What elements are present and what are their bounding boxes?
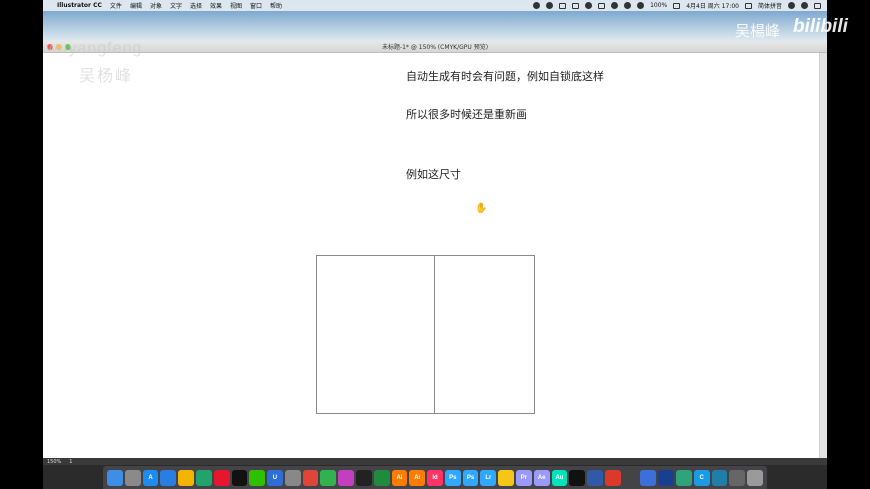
menu-object[interactable]: 对象: [150, 1, 162, 10]
dock-cinema-app-icon[interactable]: [587, 469, 603, 486]
dock-app-c-icon[interactable]: C: [693, 469, 710, 486]
display-icon[interactable]: [598, 2, 606, 9]
dock-app-navy-icon[interactable]: [658, 469, 675, 486]
bluetooth-icon[interactable]: [611, 2, 619, 9]
dock-launchpad-icon[interactable]: [124, 469, 141, 486]
desktop-wallpaper: [43, 11, 827, 41]
dock-app-red-icon[interactable]: [604, 469, 621, 486]
dock-system-preferences-icon[interactable]: [284, 469, 301, 486]
bilibili-logo: bilibili: [793, 16, 848, 37]
note-line-2: 所以很多时候还是重新画: [406, 108, 527, 121]
illustrator-window: 未标题-1* @ 150% (CMYK/GPU 预览) 自动生成有时会有问题，例…: [43, 41, 827, 458]
siri-icon[interactable]: [801, 2, 808, 9]
dock-wechat-icon[interactable]: [249, 469, 266, 486]
status-app-icon[interactable]: [533, 2, 541, 9]
dock-app-green-2-icon[interactable]: [373, 469, 390, 486]
dock-app-round-green-icon[interactable]: [320, 469, 337, 486]
dock-app-blue-icon[interactable]: [640, 469, 657, 486]
screen: Illustrator CC 文件 编辑 对象 文字 选择 效果 视图 窗口 帮…: [43, 0, 827, 489]
box-dieline-rectangle[interactable]: [316, 255, 535, 414]
window-titlebar[interactable]: 未标题-1* @ 150% (CMYK/GPU 预览): [43, 41, 827, 53]
menu-type[interactable]: 文字: [170, 1, 182, 10]
volume-icon[interactable]: [637, 2, 645, 9]
dock-itunes-icon[interactable]: [338, 469, 354, 486]
cursor-icon[interactable]: [585, 2, 593, 9]
watermark-name-cn: 吴杨峰: [79, 66, 134, 85]
notification-center-icon[interactable]: [814, 2, 821, 9]
dock-app-mint-icon[interactable]: [676, 469, 692, 486]
dock-audition-icon[interactable]: Au: [551, 469, 568, 486]
dock-app-teal-icon[interactable]: [711, 469, 728, 486]
battery-percent[interactable]: 100%: [650, 2, 667, 9]
dock-finder-icon[interactable]: [107, 469, 123, 486]
menu-help[interactable]: 帮助: [270, 1, 282, 10]
watermark-name-en: wuyangfeng: [46, 40, 143, 57]
letterbox-right: [827, 0, 870, 489]
dock-safari-icon[interactable]: [160, 469, 177, 486]
menu-view[interactable]: 视图: [230, 1, 242, 10]
input-method-label[interactable]: 简体拼音: [758, 1, 782, 10]
window-title: 未标题-1* @ 150% (CMYK/GPU 预览): [381, 44, 489, 51]
dock-after-effects-icon[interactable]: Ae: [533, 469, 550, 486]
spotlight-icon[interactable]: [788, 2, 795, 9]
input-method-icon[interactable]: [744, 2, 752, 9]
dock-illustrator-2-icon[interactable]: Ai: [409, 469, 426, 486]
menu-app-name[interactable]: Illustrator CC: [57, 2, 102, 9]
letterbox-left: [0, 0, 43, 489]
status-bar: 150% 1: [43, 458, 827, 465]
clock[interactable]: 4月4日 周六 17:00: [686, 1, 739, 10]
artboard-number[interactable]: 1: [69, 459, 72, 465]
dock-qq-icon[interactable]: [231, 469, 248, 486]
dock: A U Ai Ai Id Ps Ps Lr Pr Ae Au C: [103, 466, 767, 489]
dock-trash-icon[interactable]: [747, 469, 763, 486]
dock-chrome-icon[interactable]: [178, 469, 194, 486]
box-fold-line[interactable]: [434, 255, 435, 414]
dock-lightroom-icon[interactable]: Lr: [480, 469, 497, 486]
dock-app-dark-icon[interactable]: [355, 469, 372, 486]
dock-weibo-icon[interactable]: [213, 469, 230, 486]
dock-premiere-icon[interactable]: Pr: [516, 469, 532, 486]
artboard-canvas[interactable]: 自动生成有时会有问题，例如自锁底这样 所以很多时候还是重新画 例如这尺寸 ✋: [43, 53, 819, 458]
dock-illustrator-icon[interactable]: Ai: [391, 469, 408, 486]
dock-u-app-icon[interactable]: U: [267, 469, 283, 486]
menu-file[interactable]: 文件: [110, 1, 122, 10]
menubar: Illustrator CC 文件 编辑 对象 文字 选择 效果 视图 窗口 帮…: [43, 0, 827, 11]
status-box-icon[interactable]: [572, 2, 580, 9]
vertical-scrollbar[interactable]: [819, 53, 827, 458]
dock-app-store-icon[interactable]: A: [142, 469, 159, 486]
dock-photo-app-icon[interactable]: [498, 469, 515, 486]
note-line-1: 自动生成有时会有问题，例如自锁底这样: [406, 70, 604, 83]
menu-select[interactable]: 选择: [190, 1, 202, 10]
dock-chrome-2-icon[interactable]: [302, 469, 319, 486]
dock-photoshop-2-icon[interactable]: Ps: [462, 469, 479, 486]
dock-indesign-icon[interactable]: Id: [427, 469, 443, 486]
dock-photoshop-icon[interactable]: Ps: [444, 469, 461, 486]
menu-edit[interactable]: 编辑: [130, 1, 142, 10]
dock-app-black-icon[interactable]: [569, 469, 586, 486]
dock-app-green-icon[interactable]: [195, 469, 212, 486]
status-circle-icon[interactable]: [546, 2, 554, 9]
note-line-3: 例如这尺寸: [406, 168, 461, 181]
wifi-icon[interactable]: [624, 2, 632, 9]
clipboard-icon[interactable]: [559, 2, 567, 9]
watermark-bili-name: 吴楊峰: [735, 22, 781, 40]
battery-icon[interactable]: [673, 2, 681, 9]
menubar-status: 100% 4月4日 周六 17:00 简体拼音: [533, 1, 821, 10]
menu-window[interactable]: 窗口: [250, 1, 262, 10]
dock-inkscape-icon[interactable]: [622, 469, 639, 486]
menu-effect[interactable]: 效果: [210, 1, 222, 10]
zoom-level[interactable]: 150%: [47, 459, 61, 465]
dock-preview-icon[interactable]: [729, 469, 746, 486]
hand-tool-cursor-icon: ✋: [475, 203, 488, 214]
